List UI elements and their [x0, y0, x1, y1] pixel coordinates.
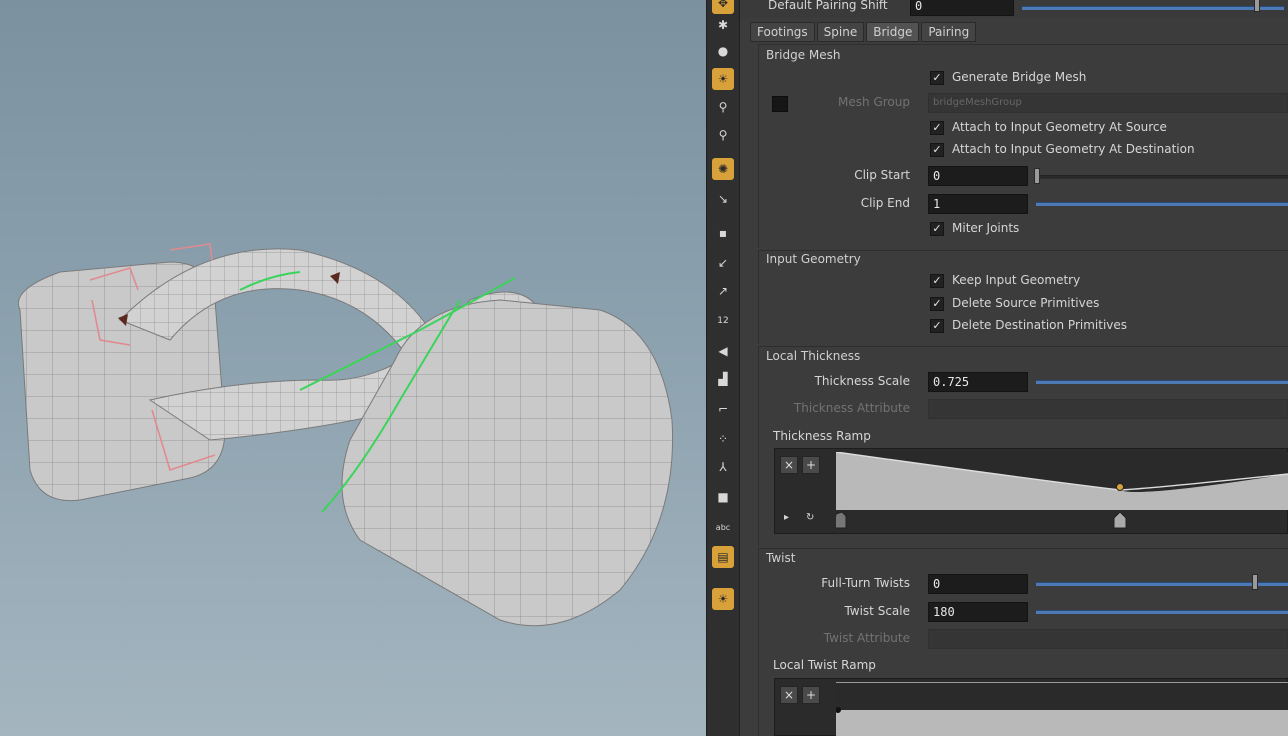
3d-viewport[interactable] [0, 0, 706, 736]
clip-start-field[interactable]: 0 [928, 166, 1028, 186]
attach-source-label: Attach to Input Geometry At Source [952, 120, 1167, 134]
thickness-attr-label: Thickness Attribute [793, 401, 910, 415]
twist-scale-label: Twist Scale [844, 604, 910, 618]
tab-bridge[interactable]: Bridge [866, 22, 920, 42]
attach-dest-checkbox[interactable]: ✓ [930, 143, 944, 157]
full-turn-twists-field[interactable]: 0 [928, 574, 1028, 594]
magnet-icon[interactable]: ⚲ [712, 124, 734, 146]
delete-source-checkbox[interactable]: ✓ [930, 297, 944, 311]
thickness-attr-field[interactable] [928, 399, 1288, 419]
pairing-shift-knob[interactable] [1254, 0, 1260, 12]
twist-ramp-curve[interactable] [836, 682, 1288, 736]
branch-icon[interactable]: ⅄ [712, 456, 734, 478]
light-icon[interactable]: ☀ [712, 68, 734, 90]
thickness-scale-slider[interactable] [1036, 380, 1288, 384]
delete-dest-label: Delete Destination Primitives [952, 318, 1128, 332]
twist-scale-slider[interactable] [1036, 610, 1288, 614]
miter-joints-checkbox[interactable]: ✓ [930, 222, 944, 236]
pairing-shift-row: Default Pairing Shift 0 [740, 0, 1288, 18]
pairing-shift-slider[interactable] [1022, 6, 1284, 10]
keep-input-label: Keep Input Geometry [952, 273, 1081, 287]
full-turn-twists-slider[interactable] [1036, 582, 1288, 586]
clip-start-knob[interactable] [1034, 168, 1040, 184]
twist-attr-label: Twist Attribute [823, 631, 910, 645]
tab-footings[interactable]: Footings [750, 22, 815, 42]
pin-icon[interactable]: ⚲ [712, 96, 734, 118]
twist-ramp-label: Local Twist Ramp [773, 658, 876, 672]
ramp-remove-button[interactable]: × [780, 456, 798, 474]
square-icon[interactable]: ■ [712, 486, 734, 508]
pen-icon[interactable]: ↗ [712, 280, 734, 302]
bracket-icon[interactable]: ⌐ [712, 398, 734, 420]
clip-end-field[interactable]: 1 [928, 194, 1028, 214]
twist-scale-field[interactable]: 180 [928, 602, 1028, 622]
clip-start-slider[interactable] [1036, 175, 1288, 179]
tab-bar: Footings Spine Bridge Pairing [750, 22, 977, 42]
twist-title: Twist [766, 551, 796, 565]
ramp-loop-icon[interactable]: ↻ [806, 512, 814, 523]
attach-source-checkbox[interactable]: ✓ [930, 121, 944, 135]
clip-end-slider[interactable] [1036, 202, 1288, 206]
text-icon[interactable]: abc [712, 516, 734, 538]
twist-attr-field[interactable] [928, 629, 1288, 649]
mesh-group-field[interactable]: bridgeMeshGroup [928, 93, 1288, 113]
delete-dest-checkbox[interactable]: ✓ [930, 319, 944, 333]
generate-bridge-label: Generate Bridge Mesh [952, 70, 1087, 84]
tab-spine[interactable]: Spine [816, 22, 865, 42]
pairing-shift-field[interactable]: 0 [910, 0, 1014, 16]
clip-end-label: Clip End [860, 196, 910, 210]
twist-ramp-remove-button[interactable]: × [780, 686, 798, 704]
local-thickness-title: Local Thickness [766, 349, 861, 363]
generate-bridge-checkbox[interactable]: ✓ [930, 71, 944, 85]
sphere-icon[interactable]: ● [712, 40, 734, 62]
bridge-mesh-model [18, 243, 674, 627]
tab-pairing[interactable]: Pairing [921, 22, 977, 42]
arrow-icon[interactable]: ↙ [712, 252, 734, 274]
ramp-play-icon[interactable]: ▸ [784, 512, 789, 523]
mesh-group-toggle[interactable] [772, 96, 788, 112]
ramp-add-button[interactable]: + [802, 456, 820, 474]
thickness-scale-label: Thickness Scale [814, 374, 910, 388]
paint-icon[interactable]: ◀ [712, 340, 734, 362]
file-icon[interactable]: ▤ [712, 546, 734, 568]
input-geometry-title: Input Geometry [766, 252, 861, 266]
gear-cross-icon[interactable]: ✱ [712, 14, 734, 36]
bulb-icon[interactable]: ☀ [712, 588, 734, 610]
full-turn-twists-label: Full-Turn Twists [821, 576, 910, 590]
pairing-shift-label: Default Pairing Shift [768, 0, 888, 12]
thickness-scale-field[interactable]: 0.725 [928, 372, 1028, 392]
stamp-icon[interactable]: ▟ [712, 368, 734, 390]
number-icon[interactable]: 12 [712, 310, 734, 332]
dot-icon[interactable]: ▪ [712, 222, 734, 244]
mesh-group-label: Mesh Group [838, 95, 910, 109]
scatter-icon[interactable]: ⁘ [712, 428, 734, 450]
tool-shelf: ✥ ✱ ● ☀ ⚲ ⚲ ✺ ↘ ▪ ↙ ↗ 12 ◀ ▟ ⌐ ⁘ ⅄ ■ abc… [706, 0, 740, 736]
twist-ramp-add-button[interactable]: + [802, 686, 820, 704]
move-icon[interactable]: ✥ [712, 0, 734, 14]
snap-icon[interactable]: ✺ [712, 158, 734, 180]
right-cube [341, 299, 674, 627]
miter-joints-label: Miter Joints [952, 221, 1020, 235]
view-icon[interactable]: ↘ [712, 188, 734, 210]
full-turn-twists-knob[interactable] [1252, 574, 1258, 590]
keep-input-checkbox[interactable]: ✓ [930, 274, 944, 288]
clip-start-label: Clip Start [854, 168, 910, 182]
delete-source-label: Delete Source Primitives [952, 296, 1100, 310]
parameter-panel: Default Pairing Shift 0 Footings Spine B… [740, 0, 1288, 736]
thickness-ramp-curve[interactable] [836, 452, 1288, 532]
thickness-ramp-label: Thickness Ramp [773, 429, 871, 443]
attach-dest-label: Attach to Input Geometry At Destination [952, 142, 1195, 156]
bridge-mesh-title: Bridge Mesh [766, 48, 841, 62]
